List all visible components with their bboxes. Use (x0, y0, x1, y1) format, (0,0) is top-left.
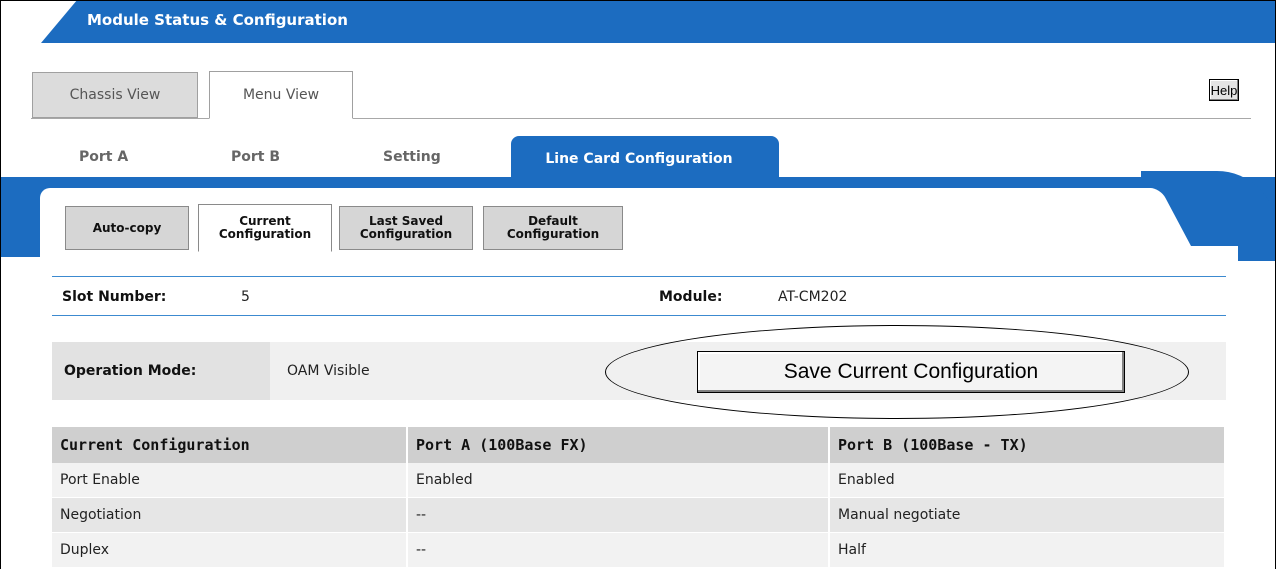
column-header: Port A (100Base FX) (407, 427, 830, 463)
table-cell: -- (407, 497, 830, 533)
column-header: Current Configuration (52, 427, 408, 463)
tab-setting[interactable]: Setting (383, 149, 441, 165)
table-row: Negotiation -- Manual negotiate (52, 497, 1226, 533)
table-cell: Manual negotiate (829, 497, 1226, 533)
table-row: Duplex -- Half (52, 532, 1226, 568)
table-cell: -- (407, 532, 830, 568)
subtab-last-saved-configuration[interactable]: Last Saved Configuration (339, 206, 473, 250)
help-button[interactable]: Help (1209, 79, 1239, 101)
table-row: Port Enable Enabled Enabled (52, 463, 1226, 498)
table-cell: Negotiation (52, 497, 408, 533)
table-cell: Port Enable (52, 463, 408, 498)
module-label: Module: (659, 289, 723, 305)
slot-number-value: 5 (241, 289, 250, 305)
tab-chassis-view[interactable]: Chassis View (32, 72, 198, 118)
subtab-current-configuration[interactable]: Current Configuration (198, 204, 332, 252)
subtab-auto-copy[interactable]: Auto-copy (65, 206, 189, 250)
table-cell: Enabled (407, 463, 830, 498)
subtab-label: Default Configuration (506, 214, 600, 241)
divider-top (52, 276, 1226, 277)
divider-bottom (52, 315, 1226, 316)
table-header-row: Current Configuration Port A (100Base FX… (52, 427, 1226, 463)
subtab-auto-copy-label: Auto-copy (92, 220, 162, 235)
configuration-table: Current Configuration Port A (100Base FX… (52, 427, 1226, 568)
page-title: Module Status & Configuration (87, 11, 348, 29)
header-bar: Module Status & Configuration (1, 1, 1275, 45)
subtab-label: Last Saved Configuration (359, 214, 453, 241)
column-header: Port B (100Base - TX) (829, 427, 1226, 463)
highlight-ellipse (605, 325, 1189, 419)
tab-line-card-configuration-label: Line Card Configuration (545, 151, 733, 167)
table-cell: Half (829, 532, 1226, 568)
module-value: AT-CM202 (778, 289, 848, 305)
operation-mode-label: Operation Mode: (64, 363, 197, 379)
app-window: Module Status & Configuration Chassis Vi… (0, 0, 1276, 569)
subtab-default-configuration[interactable]: Default Configuration (483, 206, 623, 250)
tab-port-a[interactable]: Port A (79, 149, 128, 165)
subtab-label: Current Configuration (218, 214, 312, 241)
table-cell: Enabled (829, 463, 1226, 498)
operation-mode-value: OAM Visible (287, 363, 370, 379)
table-cell: Duplex (52, 532, 408, 568)
tab-port-b[interactable]: Port B (231, 149, 280, 165)
slot-number-label: Slot Number: (62, 289, 167, 305)
tab-menu-view[interactable]: Menu View (209, 71, 353, 119)
